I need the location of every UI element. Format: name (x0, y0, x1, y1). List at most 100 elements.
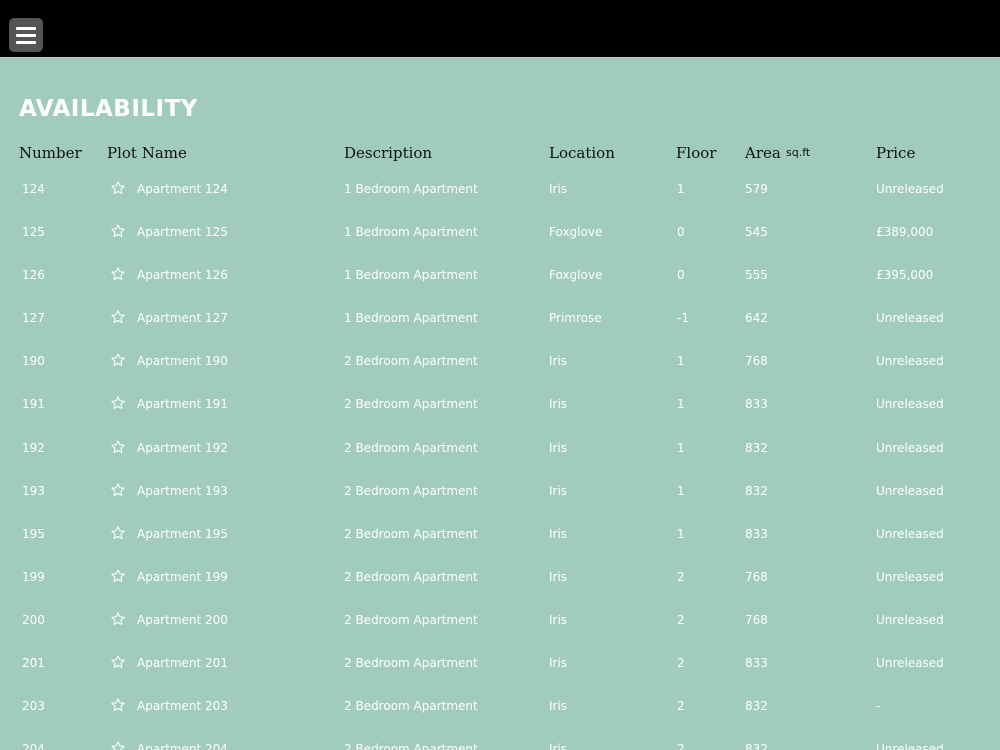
plot-name: Apartment 127 (137, 311, 228, 326)
plot-name: Apartment 203 (137, 699, 228, 714)
plot-floor: 1 (677, 526, 685, 541)
column-header-price[interactable]: Price (876, 144, 915, 162)
plot-area: 545 (745, 225, 768, 240)
plot-name: Apartment 191 (137, 397, 228, 412)
plot-floor: 2 (677, 699, 685, 714)
plot-description: 2 Bedroom Apartment (344, 354, 478, 369)
plot-area: 579 (745, 182, 768, 196)
plot-name: Apartment 126 (137, 268, 228, 283)
plot-area: 768 (745, 612, 768, 627)
column-header-floor[interactable]: Floor (676, 144, 716, 162)
plot-location: Iris (549, 354, 568, 369)
star-outline-icon[interactable] (110, 611, 126, 627)
column-header-number[interactable]: Number (19, 144, 82, 162)
plot-price: Unreleased (876, 612, 944, 627)
column-header-area[interactable]: Area (745, 144, 781, 162)
plot-number: 193 (22, 483, 45, 498)
plot-description: 2 Bedroom Apartment (344, 742, 478, 750)
plot-number: 204 (22, 742, 45, 750)
table-row[interactable]: 125 Apartment 125 1 Bedroom Apartment Foxgl… (0, 222, 1000, 265)
plot-name: Apartment 124 (137, 182, 228, 196)
plot-price: Unreleased (876, 526, 944, 541)
plot-price: - (876, 699, 881, 714)
plot-number: 192 (22, 440, 45, 455)
star-outline-icon[interactable] (110, 654, 126, 670)
plot-floor: 2 (677, 742, 685, 750)
plot-location: Iris (549, 182, 568, 196)
star-outline-icon[interactable] (110, 568, 126, 584)
star-outline-icon[interactable] (110, 740, 126, 750)
plot-price: Unreleased (876, 569, 944, 584)
star-outline-icon[interactable] (110, 697, 126, 713)
plot-area: 832 (745, 483, 768, 498)
star-outline-icon[interactable] (110, 180, 126, 196)
table-row[interactable]: 126 Apartment 126 1 Bedroom Apartment Foxgl… (0, 265, 1000, 308)
column-header-description[interactable]: Description (344, 144, 432, 162)
plot-floor: 1 (677, 440, 685, 455)
plot-description: 2 Bedroom Apartment (344, 526, 478, 541)
plot-number: 125 (22, 225, 45, 240)
plot-location: Foxglove (549, 225, 603, 240)
plot-description: 2 Bedroom Apartment (344, 699, 478, 714)
plot-number: 195 (22, 526, 45, 541)
plot-floor: 1 (677, 354, 685, 369)
table-row[interactable]: 192 Apartment 192 2 Bedroom Apartment Iris 1… (0, 438, 1000, 481)
star-outline-icon[interactable] (110, 223, 126, 239)
plot-area: 833 (745, 397, 768, 412)
plot-area: 833 (745, 656, 768, 671)
table-row[interactable]: 199 Apartment 199 2 Bedroom Apartment Iris 2… (0, 567, 1000, 610)
table-row[interactable]: 203 Apartment 203 2 Bedroom Apartment Iris 2… (0, 696, 1000, 739)
top-bar (0, 0, 1000, 58)
plot-description: 1 Bedroom Apartment (344, 311, 478, 326)
star-outline-icon[interactable] (110, 352, 126, 368)
column-header-location[interactable]: Location (549, 144, 615, 162)
column-header-plot-name[interactable]: Plot Name (107, 144, 187, 162)
plot-floor: 2 (677, 656, 685, 671)
plot-area: 768 (745, 354, 768, 369)
table-header: Number Plot Name Description Location Fl… (0, 144, 1000, 166)
star-outline-icon[interactable] (110, 266, 126, 282)
plot-floor: 2 (677, 612, 685, 627)
star-outline-icon[interactable] (110, 439, 126, 455)
plot-description: 2 Bedroom Apartment (344, 397, 478, 412)
plot-location: Iris (549, 742, 568, 750)
plot-number: 200 (22, 612, 45, 627)
plot-area: 555 (745, 268, 768, 283)
plot-location: Primrose (549, 311, 602, 326)
plot-location: Iris (549, 440, 568, 455)
table-row[interactable]: 124 Apartment 124 1 Bedroom Apartment Iris 1… (0, 179, 1000, 222)
table-row[interactable]: 204 Apartment 204 2 Bedroom Apartment Iris 2… (0, 739, 1000, 750)
availability-panel: AVAILABILITY Number Plot Name Descriptio… (0, 58, 1000, 750)
table-row[interactable]: 191 Apartment 191 2 Bedroom Apartment Iris 1… (0, 394, 1000, 437)
table-row[interactable]: 190 Apartment 190 2 Bedroom Apartment Iris 1… (0, 351, 1000, 394)
plot-price: Unreleased (876, 742, 944, 750)
table-row[interactable]: 193 Apartment 193 2 Bedroom Apartment Iris 1… (0, 481, 1000, 524)
plot-price: Unreleased (876, 311, 944, 326)
plot-price: £389,000 (876, 225, 934, 240)
table-row[interactable]: 201 Apartment 201 2 Bedroom Apartment Iris 2… (0, 653, 1000, 696)
star-outline-icon[interactable] (110, 395, 126, 411)
area-unit-label: sq.ft (786, 146, 811, 159)
plot-number: 201 (22, 656, 45, 671)
plot-area: 832 (745, 699, 768, 714)
hamburger-menu-icon (16, 27, 36, 30)
menu-button[interactable] (9, 18, 43, 52)
table-row[interactable]: 200 Apartment 200 2 Bedroom Apartment Iris 2… (0, 610, 1000, 653)
plot-location: Iris (549, 612, 568, 627)
plot-number: 199 (22, 569, 45, 584)
star-outline-icon[interactable] (110, 525, 126, 541)
table-row[interactable]: 195 Apartment 195 2 Bedroom Apartment Iris 1… (0, 524, 1000, 567)
plot-name: Apartment 204 (137, 742, 228, 750)
plot-area: 832 (745, 440, 768, 455)
plot-location: Iris (549, 656, 568, 671)
table-row[interactable]: 127 Apartment 127 1 Bedroom Apartment Primr… (0, 308, 1000, 351)
plot-description: 1 Bedroom Apartment (344, 225, 478, 240)
plot-name: Apartment 195 (137, 526, 228, 541)
plot-floor: 2 (677, 569, 685, 584)
star-outline-icon[interactable] (110, 482, 126, 498)
plot-description: 2 Bedroom Apartment (344, 569, 478, 584)
plot-number: 127 (22, 311, 45, 326)
plot-description: 2 Bedroom Apartment (344, 612, 478, 627)
star-outline-icon[interactable] (110, 309, 126, 325)
plot-location: Foxglove (549, 268, 603, 283)
